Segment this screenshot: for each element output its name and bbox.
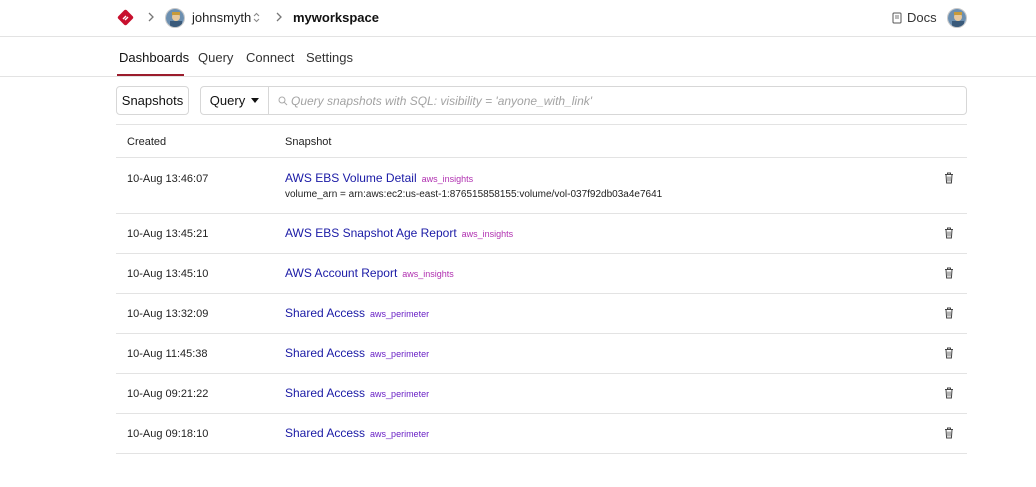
- query-mode-label: Query: [209, 93, 246, 108]
- mod-tag: aws_perimeter: [370, 429, 430, 439]
- mod-tag: aws_perimeter: [370, 389, 430, 399]
- switch-icon[interactable]: [252, 11, 261, 24]
- column-header-snapshot: Snapshot: [285, 136, 332, 148]
- table-row[interactable]: 10-Aug 13:45:21 AWS EBS Snapshot Age Repo…: [116, 214, 967, 254]
- created-timestamp: 10-Aug 13:32:09: [127, 308, 209, 320]
- created-timestamp: 10-Aug 09:18:10: [127, 428, 209, 440]
- chevron-right-icon: [148, 12, 154, 22]
- table-body: 10-Aug 13:46:07 AWS EBS Volume Detail aws_…: [116, 158, 967, 454]
- snapshot-cell: Shared Access aws_perimeter: [285, 386, 429, 400]
- created-timestamp: 10-Aug 11:45:38: [127, 348, 208, 360]
- table-row[interactable]: 10-Aug 13:45:10 AWS Account Report aws_ins…: [116, 254, 967, 294]
- breadcrumb-username[interactable]: johnsmyth: [192, 10, 251, 25]
- created-timestamp: 10-Aug 13:46:07: [127, 173, 209, 185]
- mod-tag: aws_insights: [421, 174, 474, 184]
- search-input[interactable]: [291, 92, 951, 110]
- tab-query[interactable]: Query: [198, 50, 233, 65]
- snapshot-cell: AWS EBS Volume Detail aws_insights: [285, 171, 473, 185]
- search-box: [268, 86, 967, 115]
- snapshot-title-link[interactable]: Shared Access: [285, 346, 365, 360]
- delete-trash-icon[interactable]: [944, 427, 954, 439]
- tab-dashboards[interactable]: Dashboards: [119, 50, 189, 65]
- tab-connect[interactable]: Connect: [246, 50, 294, 65]
- column-header-created: Created: [127, 136, 167, 148]
- delete-trash-icon[interactable]: [944, 387, 954, 399]
- docs-label: Docs: [907, 10, 937, 25]
- snapshots-table: Created Snapshot 10-Aug 13:46:07 AWS EBS …: [116, 124, 967, 454]
- snapshot-title-link[interactable]: Shared Access: [285, 306, 365, 320]
- delete-trash-icon[interactable]: [944, 172, 954, 184]
- snapshot-input-detail: volume_arn = arn:aws:ec2:us-east-1:87651…: [285, 189, 663, 200]
- delete-trash-icon[interactable]: [944, 347, 954, 359]
- avatar-icon: [948, 9, 966, 27]
- table-row[interactable]: 10-Aug 13:32:09 Shared Access aws_perimete…: [116, 294, 967, 334]
- snapshots-button[interactable]: Snapshots: [116, 86, 189, 115]
- caret-down-icon: [251, 98, 260, 103]
- created-timestamp: 10-Aug 13:45:10: [127, 268, 209, 280]
- snapshot-cell: Shared Access aws_perimeter: [285, 306, 429, 320]
- snapshot-cell: Shared Access aws_perimeter: [285, 426, 429, 440]
- created-timestamp: 10-Aug 09:21:22: [127, 388, 209, 400]
- mod-tag: aws_insights: [461, 229, 514, 239]
- delete-trash-icon[interactable]: [944, 267, 954, 279]
- chevron-right-icon: [276, 12, 282, 22]
- breadcrumb-workspace[interactable]: myworkspace: [293, 10, 379, 25]
- tab-bar: Dashboards Query Connect Settings: [0, 38, 1036, 77]
- active-tab-indicator: [117, 74, 184, 76]
- mod-tag: aws_perimeter: [370, 349, 430, 359]
- snapshot-cell: AWS Account Report aws_insights: [285, 266, 454, 280]
- docs-link[interactable]: Docs: [892, 10, 937, 25]
- delete-trash-icon[interactable]: [944, 227, 954, 239]
- snapshot-title-link[interactable]: AWS Account Report: [285, 266, 397, 280]
- mod-tag: aws_insights: [402, 269, 454, 279]
- table-header: Created Snapshot: [116, 125, 967, 158]
- table-row[interactable]: 10-Aug 09:18:10 Shared Access aws_perimete…: [116, 414, 967, 454]
- snapshot-title-link[interactable]: Shared Access: [285, 386, 365, 400]
- table-row[interactable]: 10-Aug 09:21:22 Shared Access aws_perimete…: [116, 374, 967, 414]
- book-icon: [892, 12, 902, 23]
- app-logo-icon[interactable]: [117, 9, 134, 26]
- table-row[interactable]: 10-Aug 11:45:38 Shared Access aws_perimete…: [116, 334, 967, 374]
- snapshot-title-link[interactable]: AWS EBS Snapshot Age Report: [285, 226, 457, 240]
- table-row[interactable]: 10-Aug 13:46:07 AWS EBS Volume Detail aws_…: [116, 158, 967, 214]
- search-icon: [278, 96, 288, 106]
- query-mode-dropdown[interactable]: Query: [200, 86, 269, 115]
- tab-settings[interactable]: Settings: [306, 50, 353, 65]
- snapshot-cell: AWS EBS Snapshot Age Report aws_insights: [285, 226, 513, 240]
- snapshot-cell: Shared Access aws_perimeter: [285, 346, 429, 360]
- snapshot-title-link[interactable]: Shared Access: [285, 426, 365, 440]
- mod-tag: aws_perimeter: [370, 309, 430, 319]
- user-avatar[interactable]: [165, 8, 185, 28]
- snapshot-title-link[interactable]: AWS EBS Volume Detail: [285, 171, 417, 185]
- top-bar: johnsmyth myworkspace Docs: [0, 0, 1036, 37]
- account-avatar[interactable]: [947, 8, 967, 28]
- created-timestamp: 10-Aug 13:45:21: [127, 228, 209, 240]
- delete-trash-icon[interactable]: [944, 307, 954, 319]
- avatar-icon: [166, 9, 184, 27]
